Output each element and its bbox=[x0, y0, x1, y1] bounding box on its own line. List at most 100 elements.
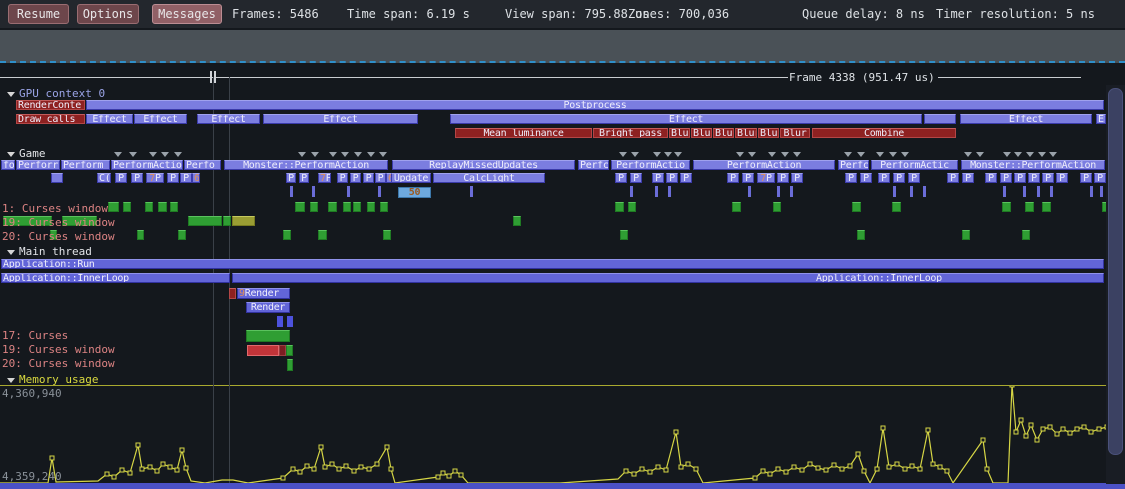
zone-box[interactable]: P bbox=[727, 173, 739, 183]
zone-group-marker-icon[interactable] bbox=[341, 152, 349, 157]
zone-box[interactable]: P bbox=[350, 173, 361, 183]
zone-group-marker-icon[interactable] bbox=[857, 152, 865, 157]
zone-box[interactable] bbox=[170, 202, 178, 212]
zone-group-marker-icon[interactable] bbox=[1038, 152, 1046, 157]
zone-box[interactable] bbox=[378, 186, 381, 197]
zone-box[interactable] bbox=[178, 230, 186, 240]
zone-box[interactable] bbox=[773, 202, 781, 212]
zone-box[interactable]: P bbox=[180, 173, 192, 183]
zone-box[interactable]: Effect bbox=[134, 114, 187, 124]
scrollbar-track[interactable] bbox=[1106, 85, 1125, 484]
zone-box[interactable] bbox=[1002, 202, 1011, 212]
zone-box[interactable] bbox=[923, 186, 926, 197]
zone-box[interactable] bbox=[328, 202, 337, 212]
scrollbar-thumb[interactable] bbox=[1108, 88, 1123, 455]
zone-box[interactable]: P bbox=[666, 173, 678, 183]
zone-box[interactable]: Monster::PerformAction bbox=[224, 160, 388, 170]
zone-box[interactable] bbox=[513, 216, 521, 226]
zone-box[interactable] bbox=[247, 345, 279, 356]
zone-box[interactable]: Application::InnerLoop bbox=[232, 273, 1104, 283]
zone-box[interactable] bbox=[137, 230, 144, 240]
zone-box[interactable] bbox=[892, 202, 901, 212]
zone-box[interactable]: P bbox=[363, 173, 374, 183]
zone-group-marker-icon[interactable] bbox=[748, 152, 756, 157]
zone-box[interactable]: Application::Run bbox=[1, 259, 1104, 269]
zone-group-marker-icon[interactable] bbox=[1049, 152, 1057, 157]
zone-box[interactable]: fo bbox=[1, 160, 15, 170]
zone-box[interactable] bbox=[732, 202, 741, 212]
zone-box[interactable]: CalcLight bbox=[433, 173, 545, 183]
zone-box[interactable]: Bright pass bbox=[593, 128, 668, 138]
zone-box[interactable]: Blur bbox=[780, 128, 810, 138]
zone-group-marker-icon[interactable] bbox=[311, 152, 319, 157]
zone-box[interactable]: PerformAction bbox=[693, 160, 835, 170]
zone-box[interactable]: P bbox=[1000, 173, 1012, 183]
zone-box[interactable] bbox=[295, 202, 305, 212]
zone-box[interactable]: Blur bbox=[669, 128, 690, 138]
zone-box[interactable]: P bbox=[1094, 173, 1106, 183]
zone-box[interactable]: Monster::PerformAction bbox=[961, 160, 1105, 170]
collapse-triangle-icon[interactable] bbox=[7, 250, 15, 255]
zone-group-marker-icon[interactable] bbox=[793, 152, 801, 157]
zone-box[interactable] bbox=[1050, 186, 1053, 197]
resume-button[interactable]: Resume bbox=[8, 4, 69, 24]
zone-group-marker-icon[interactable] bbox=[129, 152, 137, 157]
zone-box[interactable] bbox=[343, 202, 351, 212]
zone-box[interactable]: P bbox=[962, 173, 974, 183]
zone-box[interactable] bbox=[1037, 186, 1040, 197]
zone-box[interactable] bbox=[748, 186, 751, 197]
zone-box[interactable]: P bbox=[878, 173, 890, 183]
zone-box[interactable] bbox=[383, 230, 391, 240]
zone-box[interactable] bbox=[367, 202, 375, 212]
zone-group-marker-icon[interactable] bbox=[889, 152, 897, 157]
zone-box[interactable] bbox=[312, 186, 315, 197]
zone-box[interactable] bbox=[188, 216, 222, 226]
zone-box[interactable]: PerformActic bbox=[871, 160, 958, 170]
zone-box[interactable]: Perforr bbox=[16, 160, 60, 170]
zone-group-marker-icon[interactable] bbox=[149, 152, 157, 157]
zone-box[interactable] bbox=[229, 288, 236, 299]
zone-box[interactable] bbox=[287, 359, 293, 371]
zone-box[interactable] bbox=[223, 216, 231, 226]
zone-group-marker-icon[interactable] bbox=[964, 152, 972, 157]
zone-group-marker-icon[interactable] bbox=[768, 152, 776, 157]
zone-box[interactable] bbox=[1042, 202, 1051, 212]
collapse-triangle-icon[interactable] bbox=[7, 92, 15, 97]
zone-box[interactable]: Effect bbox=[197, 114, 260, 124]
zone-box[interactable] bbox=[790, 186, 793, 197]
zone-box[interactable]: Effect bbox=[263, 114, 418, 124]
zone-box[interactable] bbox=[470, 186, 473, 197]
zone-box[interactable]: P bbox=[286, 173, 296, 183]
zone-box[interactable]: P bbox=[791, 173, 803, 183]
section-header-game[interactable]: Game bbox=[7, 147, 46, 160]
zone-box[interactable]: Blur bbox=[735, 128, 757, 138]
zone-box[interactable] bbox=[246, 330, 290, 342]
zone-box[interactable] bbox=[287, 316, 293, 327]
zone-box[interactable]: P bbox=[337, 173, 348, 183]
zone-box[interactable]: 7P bbox=[757, 173, 775, 183]
zone-box[interactable]: P bbox=[680, 173, 692, 183]
zone-box[interactable] bbox=[910, 186, 913, 197]
zone-box[interactable] bbox=[123, 202, 131, 212]
zone-box[interactable]: P bbox=[1056, 173, 1068, 183]
zone-box[interactable]: PerformActio bbox=[611, 160, 690, 170]
zone-box[interactable]: Ef bbox=[1096, 114, 1106, 124]
zone-box[interactable] bbox=[630, 186, 633, 197]
collapse-triangle-icon[interactable] bbox=[7, 378, 15, 383]
zone-box[interactable]: P bbox=[947, 173, 959, 183]
zone-box[interactable] bbox=[232, 216, 255, 226]
zone-box[interactable]: Blur bbox=[691, 128, 712, 138]
section-header-memory-usage[interactable]: Memory usage bbox=[7, 373, 98, 386]
zone-box[interactable]: Perfo bbox=[184, 160, 221, 170]
zone-box[interactable]: P bbox=[630, 173, 642, 183]
section-header-main-thread[interactable]: Main thread bbox=[7, 245, 92, 258]
zone-group-marker-icon[interactable] bbox=[631, 152, 639, 157]
zone-box[interactable]: Render bbox=[246, 302, 290, 313]
zone-box[interactable]: P bbox=[985, 173, 997, 183]
zone-group-marker-icon[interactable] bbox=[161, 152, 169, 157]
zone-box[interactable] bbox=[924, 114, 956, 124]
zone-box[interactable]: PerformActior bbox=[111, 160, 183, 170]
zone-box[interactable]: C( bbox=[97, 173, 111, 183]
zone-group-marker-icon[interactable] bbox=[379, 152, 387, 157]
zone-box[interactable]: 7P bbox=[318, 173, 331, 183]
